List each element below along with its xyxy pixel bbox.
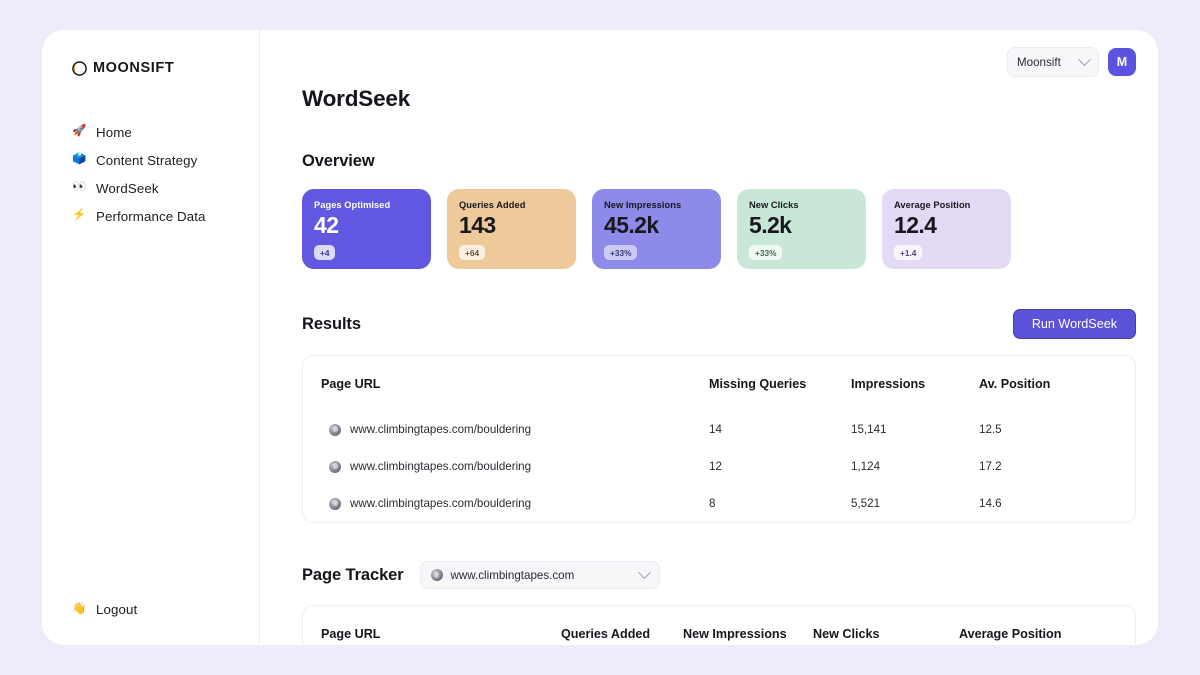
sidebar-item-home[interactable]: 🚀 Home [42,118,259,146]
sidebar-item-performance-data[interactable]: ⚡ Performance Data [42,202,259,230]
column-header-queries-added: Queries Added [561,627,651,641]
tracker-header-row: Page Tracker www.climbingtapes.com [302,561,1158,589]
cell-impressions: 5,521 [851,497,881,510]
page-url-text: www.climbingtapes.com/bouldering [350,423,532,436]
avatar[interactable]: M [1108,48,1136,76]
stat-card-badge: +4 [314,245,336,260]
page-url-text: www.climbingtapes.com/bouldering [350,497,532,510]
top-bar: Moonsift M [1007,47,1136,77]
stat-card-label: New Impressions [604,200,682,210]
waving-hand-icon: 👋 [72,602,87,615]
favicon-icon [329,460,341,473]
cell-page-url: www.climbingtapes.com/bouldering [321,411,709,448]
column-header-new-impressions: New Impressions [683,627,787,641]
org-name: Moonsift [1017,55,1061,69]
stat-card-new-impressions: New Impressions 45.2k +33% [592,189,721,269]
cell-av-position: 12.5 [979,423,1002,436]
stat-card-label: Pages Optimised [314,200,391,210]
cell-impressions: 15,141 [851,423,887,436]
favicon-icon [329,497,341,510]
stat-card-value: 12.4 [894,212,937,238]
page-tracker-table: Page URL Queries Added New Impressions N… [321,606,1117,645]
tray-icon: 🗳️ [72,153,87,166]
column-header-page-url: Page URL [321,627,381,641]
stat-card-label: Average Position [894,200,971,210]
stat-card-badge: +33% [604,245,638,260]
page-title: WordSeek [302,86,411,111]
column-header-average-position: Average Position [959,627,1062,641]
cell-missing-queries: 14 [709,423,722,436]
stat-card-value: 143 [459,212,496,238]
cell-missing-queries: 8 [709,497,716,510]
cell-page-url: www.climbingtapes.com/bouldering [321,448,709,485]
main-content: Moonsift M WordSeek Overview Pages Optim… [260,30,1158,645]
stat-card-value: 42 [314,212,339,238]
lightning-icon: ⚡ [72,209,87,222]
logout-button[interactable]: 👋 Logout [42,602,137,617]
column-header-impressions: Impressions [851,377,926,391]
column-header-missing-queries: Missing Queries [709,377,807,391]
logout-label: Logout [96,602,138,617]
stat-card-value: 45.2k [604,212,659,238]
cell-av-position: 17.2 [979,460,1002,473]
crescent-moon-icon [72,60,87,76]
column-header-page-url: Page URL [321,377,381,391]
results-panel: Page URL Missing Queries Impressions Av.… [302,355,1136,523]
results-header-row: Results Run WordSeek [302,309,1158,339]
sidebar-item-wordseek[interactable]: 👀 WordSeek [42,174,259,202]
sidebar-item-label: Content Strategy [96,152,198,168]
rocket-icon: 🚀 [72,125,87,138]
stat-card-badge: +1.4 [894,245,923,260]
column-header-av-position: Av. Position [979,377,1051,391]
results-heading: Results [302,314,361,333]
domain-name: www.climbingtapes.com [450,568,575,582]
page-tracker-heading: Page Tracker [302,565,404,584]
table-header-row: Page URL Queries Added New Impressions N… [321,606,1117,645]
sidebar-item-label: WordSeek [96,180,159,196]
stat-cards: Pages Optimised 42 +4 Queries Added 143 … [302,189,1158,269]
favicon-icon [430,569,443,581]
table-row[interactable]: www.climbingtapes.com/bouldering 8 5,521… [321,485,1117,522]
sidebar-item-label: Performance Data [96,208,206,224]
table-header-row: Page URL Missing Queries Impressions Av.… [321,356,1117,411]
chevron-down-icon [637,565,651,579]
cell-av-position: 14.6 [979,497,1002,510]
stat-card-pages-optimised: Pages Optimised 42 +4 [302,189,431,269]
table-row[interactable]: www.climbingtapes.com/bouldering 14 15,1… [321,411,1117,448]
overview-heading: Overview [302,152,375,170]
sidebar-item-content-strategy[interactable]: 🗳️ Content Strategy [42,146,259,174]
stat-card-value: 5.2k [749,212,792,238]
eyes-icon: 👀 [72,181,87,194]
stat-card-label: New Clicks [749,200,799,210]
tracker-panel: Page URL Queries Added New Impressions N… [302,605,1136,645]
favicon-icon [329,423,341,436]
stat-card-badge: +64 [459,245,486,260]
stat-card-badge: +33% [749,245,783,260]
stat-card-queries-added: Queries Added 143 +64 [447,189,576,269]
sidebar-item-label: Home [96,124,132,140]
chevron-down-icon [1078,52,1091,66]
sidebar-nav: 🚀 Home 🗳️ Content Strategy 👀 WordSeek ⚡ … [42,118,259,230]
column-header-new-clicks: New Clicks [813,627,880,641]
cell-page-url: www.climbingtapes.com/bouldering [321,485,709,522]
page-url-text: www.climbingtapes.com/bouldering [350,460,532,473]
stat-card-label: Queries Added [459,200,526,210]
brand-name: MOONSIFT [93,60,175,76]
org-selector[interactable]: Moonsift [1007,47,1099,77]
table-row[interactable]: www.climbingtapes.com/bouldering 12 1,12… [321,448,1117,485]
results-table: Page URL Missing Queries Impressions Av.… [321,356,1117,522]
run-wordseek-button[interactable]: Run WordSeek [1012,309,1136,339]
brand-logo[interactable]: MOONSIFT [42,56,259,80]
cell-missing-queries: 12 [709,460,722,473]
app-window: MOONSIFT 🚀 Home 🗳️ Content Strategy 👀 Wo… [42,30,1158,645]
cell-impressions: 1,124 [851,460,881,473]
stat-card-new-clicks: New Clicks 5.2k +33% [737,189,866,269]
domain-selector[interactable]: www.climbingtapes.com [419,561,660,589]
stat-card-average-position: Average Position 12.4 +1.4 [882,189,1011,269]
sidebar: MOONSIFT 🚀 Home 🗳️ Content Strategy 👀 Wo… [42,30,260,645]
